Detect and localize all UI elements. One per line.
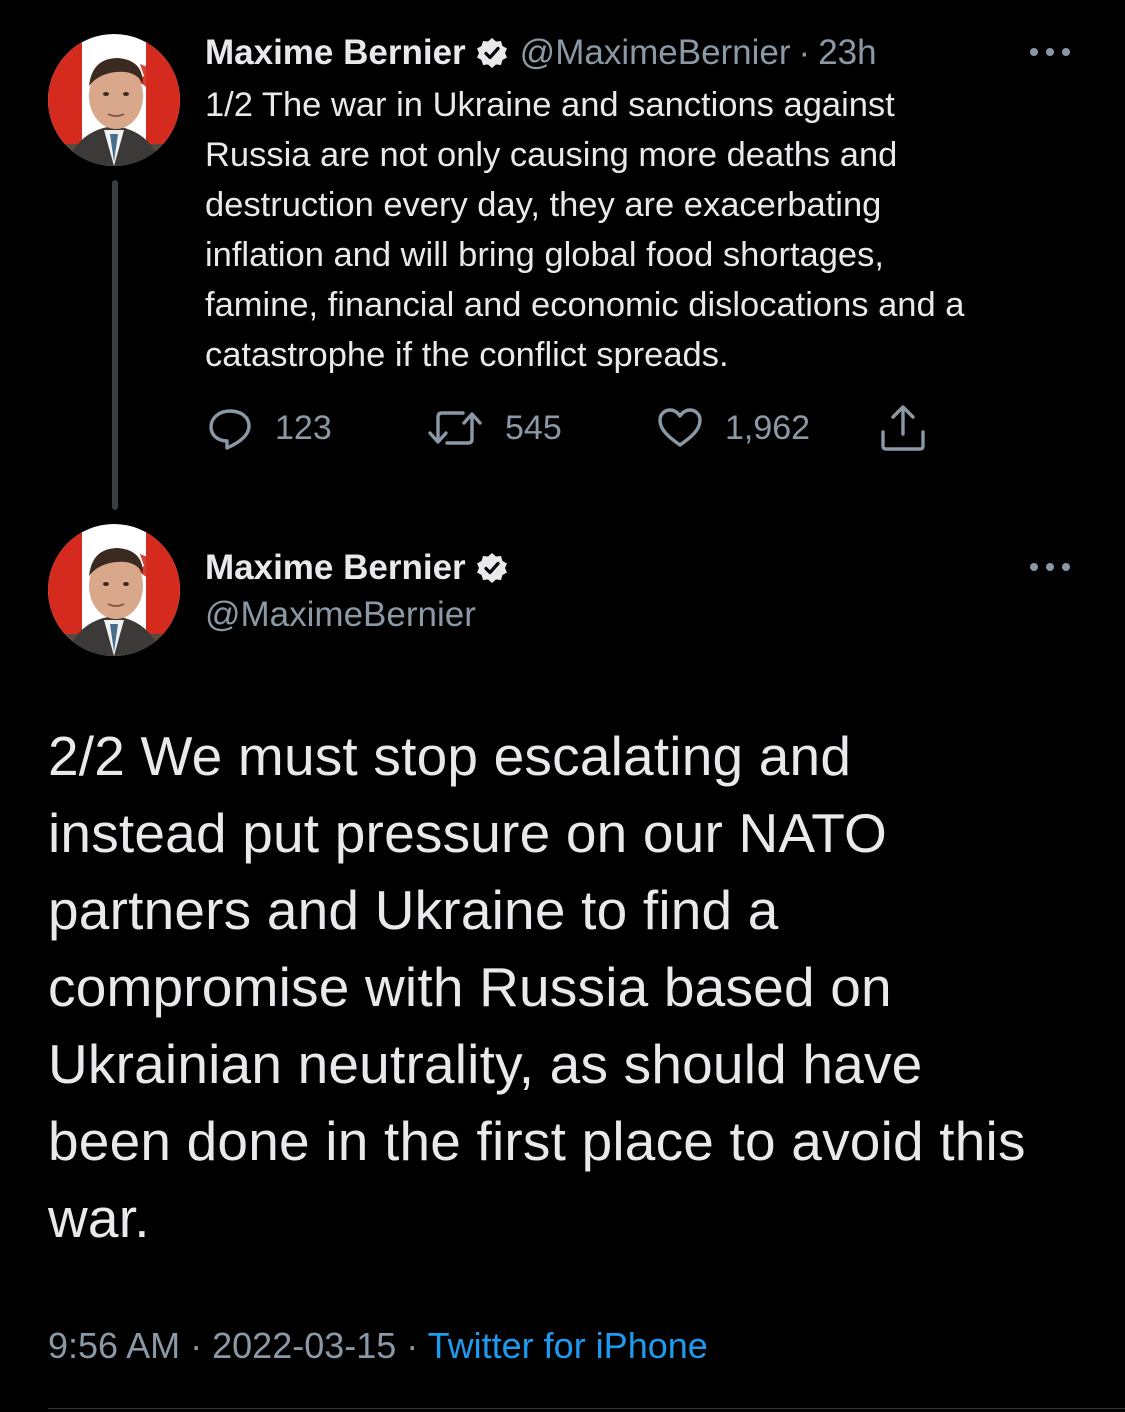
dot-separator: · bbox=[798, 33, 811, 72]
more-options-icon[interactable] bbox=[1030, 45, 1070, 59]
author-name[interactable]: Maxime Bernier bbox=[205, 33, 466, 73]
more-options-icon[interactable] bbox=[1030, 560, 1070, 574]
avatar[interactable] bbox=[48, 34, 180, 166]
reply-icon bbox=[209, 409, 251, 450]
like-button[interactable]: 1,962 bbox=[655, 400, 810, 456]
verified-badge-icon bbox=[476, 37, 508, 69]
dot-separator: · bbox=[190, 1325, 203, 1366]
share-icon bbox=[881, 405, 925, 451]
avatar-image bbox=[48, 524, 180, 656]
tweet-1[interactable]: Maxime Bernier @MaximeBernier · 23h 1/2 … bbox=[0, 0, 1125, 520]
action-bar: 123 545 1,962 bbox=[205, 400, 965, 456]
like-heart-icon bbox=[658, 408, 702, 447]
tweet-date[interactable]: 2022-03-15 bbox=[212, 1325, 396, 1366]
like-count: 1,962 bbox=[725, 408, 811, 447]
tweet-header: Maxime Bernier @MaximeBernier bbox=[205, 545, 520, 635]
thread-connector-line bbox=[112, 180, 118, 510]
retweet-button[interactable]: 545 bbox=[425, 400, 562, 456]
tweet-metadata: 9:56 AM · 2022-03-15 · Twitter for iPhon… bbox=[48, 1325, 708, 1367]
timestamp[interactable]: 23h bbox=[818, 33, 876, 73]
retweet-count: 545 bbox=[505, 408, 562, 447]
tweet-time[interactable]: 9:56 AM bbox=[48, 1325, 180, 1366]
avatar[interactable] bbox=[48, 524, 180, 656]
source-link[interactable]: Twitter for iPhone bbox=[428, 1325, 708, 1366]
author-handle[interactable]: @MaximeBernier bbox=[205, 595, 520, 635]
share-button[interactable] bbox=[877, 400, 949, 456]
avatar-image bbox=[48, 34, 180, 166]
reply-count: 123 bbox=[275, 408, 332, 447]
tweet-header: Maxime Bernier @MaximeBernier · 23h bbox=[205, 30, 877, 76]
verified-badge-icon bbox=[476, 552, 508, 584]
tweet-text: 1/2 The war in Ukraine and sanctions aga… bbox=[205, 86, 965, 374]
author-handle[interactable]: @MaximeBernier bbox=[520, 33, 791, 73]
tweet-text: 2/2 We must stop escalating and instead … bbox=[48, 725, 1026, 1249]
divider bbox=[48, 1408, 1125, 1409]
reply-button[interactable]: 123 bbox=[205, 400, 332, 456]
retweet-icon bbox=[428, 411, 482, 445]
author-name[interactable]: Maxime Bernier bbox=[205, 548, 466, 588]
dot-separator: · bbox=[406, 1325, 419, 1366]
